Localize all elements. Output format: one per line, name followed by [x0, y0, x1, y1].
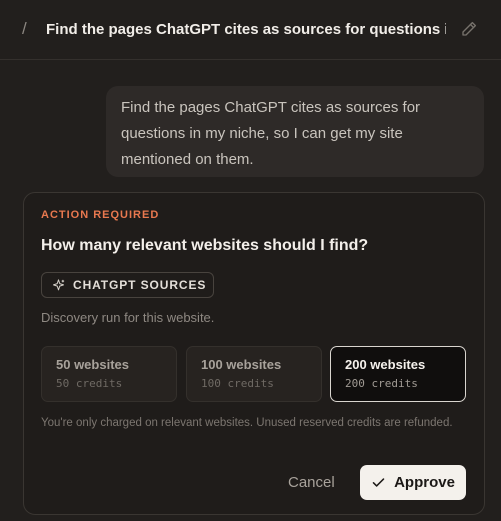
chip-label: CHATGPT SOURCES — [73, 278, 207, 292]
action-required-label: ACTION REQUIRED — [41, 209, 160, 221]
card-question: How many relevant websites should I find… — [41, 237, 369, 254]
breadcrumb-separator: / — [22, 19, 27, 38]
checkmark-icon — [372, 478, 385, 487]
option-name: 50 websites — [56, 357, 129, 372]
option-50-websites[interactable]: 50 websites 50 credits — [41, 346, 177, 402]
approve-button[interactable]: Approve — [360, 465, 466, 500]
option-credits: 200 credits — [345, 377, 418, 390]
chatgpt-sources-chip: CHATGPT SOURCES — [41, 272, 214, 298]
option-name: 100 websites — [201, 357, 282, 372]
approval-card: ACTION REQUIRED How many relevant websit… — [23, 192, 485, 515]
option-credits: 50 credits — [56, 377, 123, 390]
approve-label: Approve — [394, 474, 455, 491]
sparkle-icon — [53, 278, 65, 290]
option-credits: 100 credits — [201, 377, 274, 390]
conversation-header: / Find the pages ChatGPT cites as source… — [0, 0, 501, 60]
card-subtitle: Discovery run for this website. — [41, 310, 215, 325]
conversation-title[interactable]: Find the pages ChatGPT cites as sources … — [46, 21, 446, 38]
user-message-text: Find the pages ChatGPT cites as sources … — [121, 99, 421, 168]
pencil-icon[interactable] — [460, 20, 478, 38]
user-message-bubble: Find the pages ChatGPT cites as sources … — [106, 86, 484, 177]
option-name: 200 websites — [345, 357, 426, 372]
option-100-websites[interactable]: 100 websites 100 credits — [186, 346, 322, 402]
option-200-websites[interactable]: 200 websites 200 credits — [330, 346, 466, 402]
cancel-button[interactable]: Cancel — [288, 474, 335, 491]
billing-note: You're only charged on relevant websites… — [41, 417, 453, 429]
